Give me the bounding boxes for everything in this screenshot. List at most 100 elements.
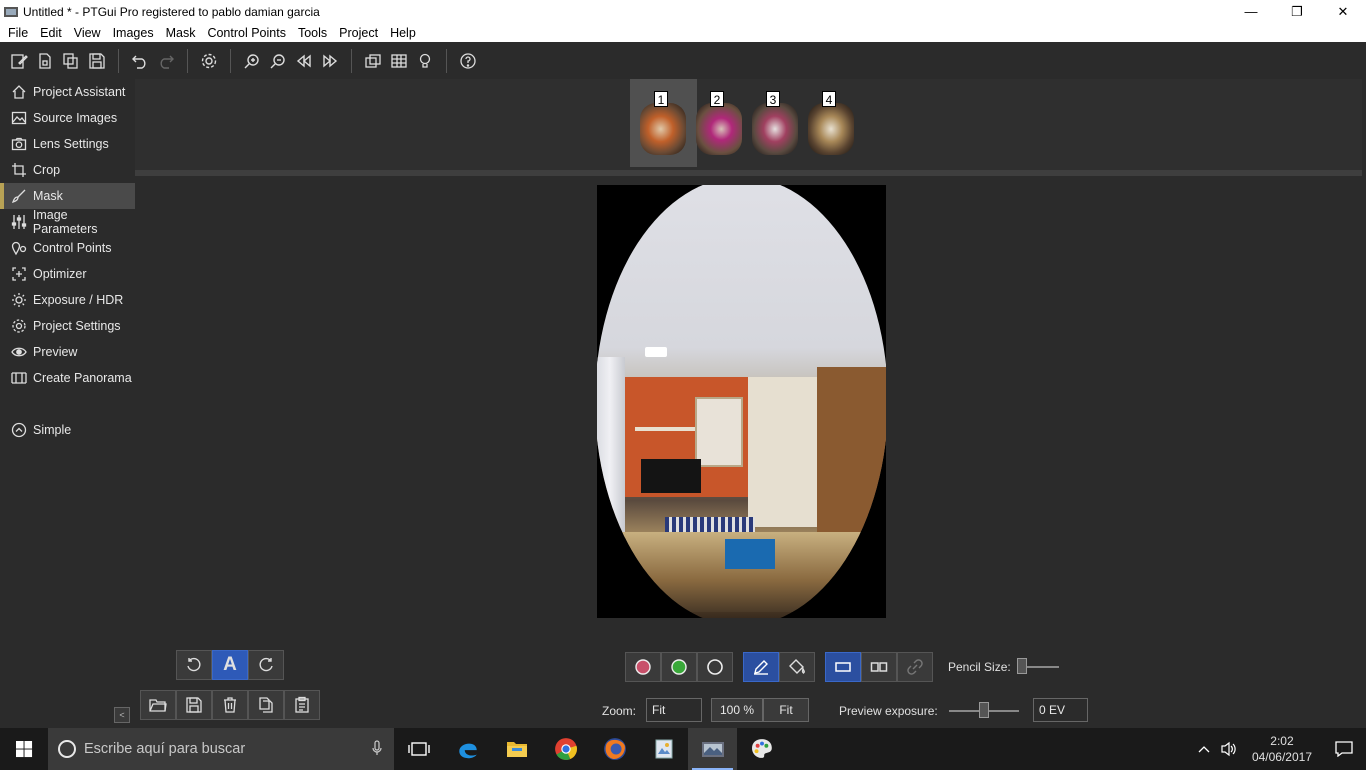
taskbar-ptgui[interactable] — [688, 728, 737, 770]
thumbnail-3[interactable]: 3 — [752, 89, 800, 157]
thumbnail-image — [752, 103, 798, 155]
table-icon[interactable] — [386, 48, 412, 74]
redo-icon[interactable] — [153, 48, 179, 74]
thumbnail-image — [640, 103, 686, 155]
preview-exposure-field[interactable]: 0 EV — [1033, 698, 1088, 722]
minimize-button[interactable]: — — [1228, 0, 1274, 23]
zoom-out-icon[interactable] — [265, 48, 291, 74]
sidebar-item-create-panorama[interactable]: Create Panorama — [0, 365, 135, 391]
volume-button[interactable] — [1216, 728, 1242, 770]
thumbnail-2[interactable]: 2 — [696, 89, 744, 157]
next-icon[interactable] — [317, 48, 343, 74]
thumbnail-number: 1 — [654, 91, 668, 107]
settings-icon[interactable] — [196, 48, 222, 74]
copy-mask-button[interactable] — [248, 690, 284, 720]
mask-clear-button[interactable] — [697, 652, 733, 682]
sidebar-item-lens-settings[interactable]: Lens Settings — [0, 131, 135, 157]
zoom-100-button[interactable]: 100 % — [711, 698, 763, 722]
close-button[interactable]: ✕ — [1320, 0, 1366, 23]
lightbulb-icon[interactable] — [412, 48, 438, 74]
thumbnail-1[interactable]: 1 — [640, 89, 688, 157]
save-icon[interactable] — [84, 48, 110, 74]
sidebar-item-preview[interactable]: Preview — [0, 339, 135, 365]
vertical-scrollbar[interactable] — [1362, 79, 1366, 728]
taskbar-edge[interactable] — [443, 728, 492, 770]
rotate-left-button[interactable] — [176, 650, 212, 680]
taskbar-paint[interactable] — [737, 728, 786, 770]
sidebar-item-image-parameters[interactable]: Image Parameters — [0, 208, 135, 236]
menu-control-points[interactable]: Control Points — [201, 26, 292, 40]
zoom-fit-button[interactable]: Fit — [763, 698, 809, 722]
menu-edit[interactable]: Edit — [34, 26, 68, 40]
taskbar-photos[interactable] — [639, 728, 688, 770]
taskbar-clock[interactable]: 2:02 04/06/2017 — [1242, 733, 1322, 765]
sidebar-item-exposure-hdr[interactable]: Exposure / HDR — [0, 287, 135, 313]
task-view-button[interactable] — [394, 728, 443, 770]
menu-tools[interactable]: Tools — [292, 26, 333, 40]
new-project-icon[interactable] — [6, 48, 32, 74]
split-view-button[interactable] — [861, 652, 897, 682]
menu-images[interactable]: Images — [107, 26, 160, 40]
sidebar-item-control-points[interactable]: Control Points — [0, 235, 135, 261]
panorama-editor-icon[interactable] — [360, 48, 386, 74]
taskbar-file-explorer[interactable] — [492, 728, 541, 770]
taskbar-firefox[interactable] — [590, 728, 639, 770]
thumbnail-4[interactable]: 4 — [808, 89, 856, 157]
sidebar-item-optimizer[interactable]: Optimizer — [0, 261, 135, 287]
chevron-up-icon — [1198, 746, 1210, 753]
menu-mask[interactable]: Mask — [160, 26, 202, 40]
paste-mask-button[interactable] — [284, 690, 320, 720]
text-tool-button[interactable]: A — [212, 650, 248, 680]
menu-view[interactable]: View — [68, 26, 107, 40]
panorama-icon — [10, 369, 28, 387]
preview-exposure-slider[interactable] — [979, 702, 989, 718]
zoom-in-icon[interactable] — [239, 48, 265, 74]
sidebar-item-mask[interactable]: Mask — [0, 183, 135, 209]
mask-image-canvas[interactable] — [597, 185, 886, 618]
collapse-sidebar-button[interactable]: < — [114, 707, 130, 723]
mask-green-button[interactable] — [661, 652, 697, 682]
microphone-icon[interactable] — [372, 740, 382, 756]
show-hidden-icons-button[interactable] — [1192, 728, 1216, 770]
maximize-button[interactable]: ❐ — [1274, 0, 1320, 23]
folder-icon — [149, 699, 167, 712]
undo-icon[interactable] — [127, 48, 153, 74]
mask-red-button[interactable] — [625, 652, 661, 682]
link-icon — [907, 659, 923, 675]
previous-icon[interactable] — [291, 48, 317, 74]
rotate-left-icon — [187, 657, 201, 672]
thumbnail-number: 2 — [710, 91, 724, 107]
sidebar-item-source-images[interactable]: Source Images — [0, 105, 135, 131]
duplicate-icon[interactable] — [58, 48, 84, 74]
simple-mode-button[interactable]: Simple — [0, 417, 135, 443]
rotate-right-button[interactable] — [248, 650, 284, 680]
single-view-button[interactable] — [825, 652, 861, 682]
sidebar-item-project-assistant[interactable]: Project Assistant — [0, 79, 135, 105]
search-placeholder: Escribe aquí para buscar — [84, 741, 246, 757]
link-views-button[interactable] — [897, 652, 933, 682]
sidebar-item-crop[interactable]: Crop — [0, 157, 135, 183]
crop-icon — [10, 161, 28, 179]
menu-help[interactable]: Help — [384, 26, 422, 40]
delete-mask-button[interactable] — [212, 690, 248, 720]
menu-file[interactable]: File — [2, 26, 34, 40]
open-mask-button[interactable] — [140, 690, 176, 720]
save-mask-button[interactable] — [176, 690, 212, 720]
taskbar-search-box[interactable]: Escribe aquí para buscar — [48, 728, 394, 770]
zoom-select[interactable]: Fit — [646, 698, 702, 722]
pencil-size-slider[interactable] — [1017, 658, 1027, 674]
panel-divider[interactable] — [135, 170, 1362, 176]
open-project-icon[interactable] — [32, 48, 58, 74]
action-center-button[interactable] — [1322, 728, 1366, 770]
main-toolbar — [0, 42, 1366, 79]
menu-project[interactable]: Project — [333, 26, 384, 40]
taskbar-chrome[interactable] — [541, 728, 590, 770]
pencil-tool-button[interactable] — [743, 652, 779, 682]
help-icon[interactable] — [455, 48, 481, 74]
notification-icon — [1335, 741, 1353, 757]
copy-icon — [259, 697, 273, 713]
fill-tool-button[interactable] — [779, 652, 815, 682]
location-pin-icon — [10, 239, 28, 257]
sidebar-item-project-settings[interactable]: Project Settings — [0, 313, 135, 339]
start-button[interactable] — [0, 728, 48, 770]
